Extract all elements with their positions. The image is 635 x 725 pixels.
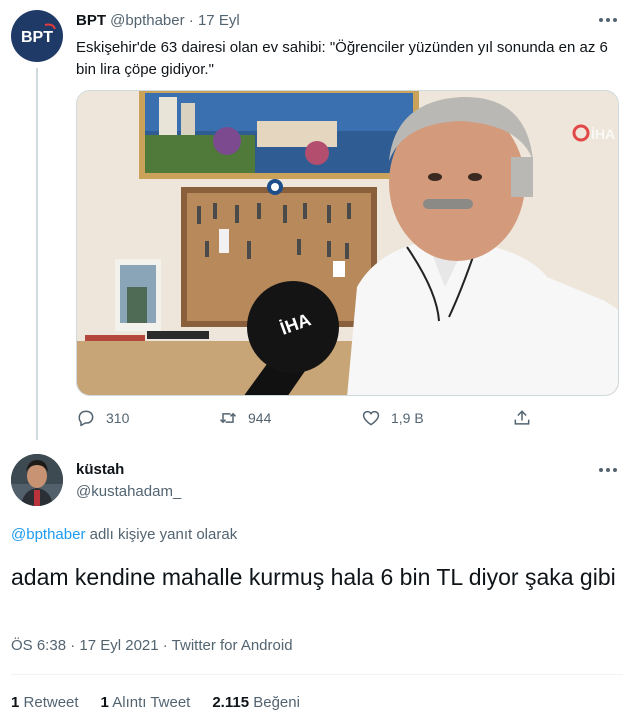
retweet-button[interactable]: 944 — [218, 408, 271, 428]
kustah-avatar[interactable] — [11, 454, 63, 506]
media-watermark: İHA — [591, 126, 615, 142]
stats-divider — [11, 674, 623, 675]
replying-to-line: @bpthaber adlı kişiye yanıt olarak — [11, 526, 237, 543]
parent-tweet-text: Eskişehir'de 63 dairesi olan ev sahibi: … — [76, 39, 608, 78]
retweet-stat-count: 1 — [11, 694, 20, 711]
more-icon[interactable] — [598, 465, 618, 475]
bpt-avatar[interactable]: BPT — [11, 10, 63, 62]
quote-stat[interactable]: 1 Alıntı Tweet — [101, 694, 191, 711]
bpt-logo-icon: BPT — [21, 23, 56, 46]
parent-tweet-header: BPT @bpthaber · 17 Eyl — [76, 12, 240, 30]
reply-button[interactable]: 310 — [76, 408, 129, 428]
like-stat[interactable]: 2.115 Beğeni — [212, 694, 300, 711]
parent-tweet-date[interactable]: 17 Eyl — [198, 12, 240, 29]
heart-icon — [362, 410, 380, 426]
tweet-timestamp-source[interactable]: ÖS 6:38 · 17 Eyl 2021 · Twitter for Andr… — [11, 637, 293, 654]
thread-connector-line — [36, 68, 38, 440]
reply-icon — [78, 410, 94, 427]
kustah-avatar-image — [11, 454, 63, 506]
more-icon[interactable] — [598, 15, 618, 25]
reply-author-name[interactable]: küstah — [76, 461, 124, 478]
parent-tweet[interactable]: BPT BPT @bpthaber · 17 Eyl Eskişehir'de … — [0, 0, 635, 440]
svg-text:BPT: BPT — [21, 29, 53, 46]
header-separator: · — [188, 12, 194, 29]
retweet-icon — [219, 412, 237, 424]
quote-stat-count: 1 — [100, 694, 109, 711]
retweet-count: 944 — [248, 410, 272, 426]
tweet-action-bar: 310 944 1,9 B — [76, 408, 546, 432]
media-scene: İHA İHA — [77, 91, 618, 395]
share-icon — [514, 410, 530, 425]
reply-author-handle[interactable]: @kustahadam_ — [76, 483, 181, 500]
retweet-stat-label: Retweet — [23, 694, 79, 711]
like-stat-count: 2.115 — [212, 694, 250, 711]
replying-to-suffix: adlı kişiye yanıt olarak — [85, 526, 238, 543]
tweet-engagement-stats: 1 Retweet 1 Alıntı Tweet 2.115 Beğeni — [11, 694, 300, 711]
share-button[interactable] — [512, 408, 532, 428]
like-count: 1,9 B — [391, 410, 424, 426]
quote-stat-label: Alıntı Tweet — [112, 694, 191, 711]
retweet-stat[interactable]: 1 Retweet — [11, 694, 79, 711]
reply-count: 310 — [106, 410, 130, 426]
parent-author-name[interactable]: BPT — [76, 12, 106, 29]
like-stat-label: Beğeni — [253, 694, 300, 711]
like-button[interactable]: 1,9 B — [361, 408, 424, 428]
replying-to-handle-link[interactable]: @bpthaber — [11, 526, 85, 543]
tweet-media-image[interactable]: İHA İHA — [76, 90, 619, 396]
parent-author-handle[interactable]: @bpthaber — [110, 12, 184, 29]
reply-tweet-text: adam kendine mahalle kurmuş hala 6 bin T… — [11, 564, 616, 590]
